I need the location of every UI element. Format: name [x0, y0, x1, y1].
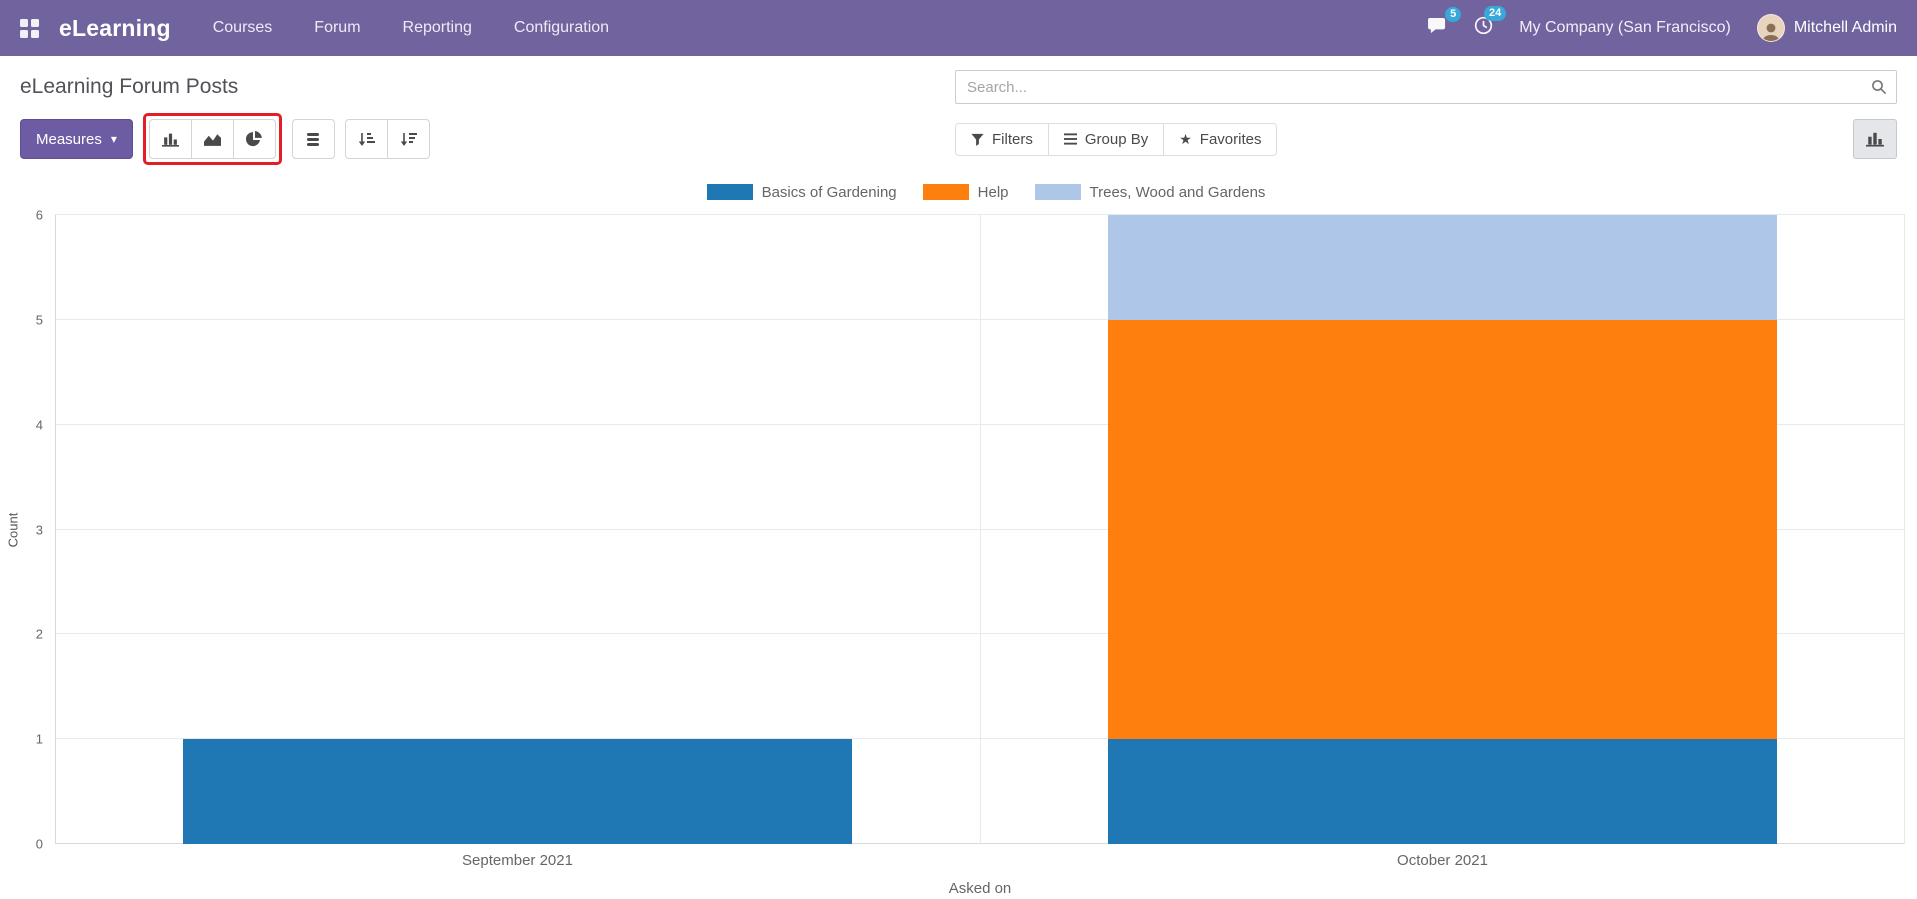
y-axis-ticks: 0 1 2 3 4 5 6	[21, 208, 55, 852]
y-tick-label: 5	[35, 312, 43, 328]
facet-buttons: Filters Group By ★ Favorites	[955, 122, 1278, 156]
bars-container	[55, 215, 1905, 844]
activities-badge: 24	[1483, 6, 1507, 21]
star-icon: ★	[1179, 131, 1192, 147]
y-tick-label: 4	[35, 417, 43, 433]
menu-courses[interactable]: Courses	[213, 19, 273, 37]
y-tick-label: 2	[35, 626, 43, 642]
menu-configuration[interactable]: Configuration	[514, 19, 609, 37]
stacked-layers-icon	[307, 132, 320, 146]
group-by-button[interactable]: Group By	[1047, 122, 1165, 156]
filters-button[interactable]: Filters	[955, 122, 1049, 156]
plot-grid	[55, 214, 1905, 844]
x-tick-label: September 2021	[462, 852, 573, 869]
sort-descending-icon	[400, 132, 417, 146]
area-chart-icon	[203, 133, 221, 146]
sort-ascending-button[interactable]	[344, 119, 388, 159]
chat-icon	[1427, 17, 1448, 40]
filters-label: Filters	[992, 130, 1033, 148]
activities-button[interactable]: 24	[1474, 6, 1507, 40]
legend-item-basics-of-gardening[interactable]: Basics of Gardening	[706, 183, 897, 201]
legend-item-help[interactable]: Help	[922, 183, 1009, 201]
bar-october-2021	[1108, 215, 1777, 844]
avatar	[1756, 14, 1785, 42]
bar-segment-trees-wood-and-gardens	[1108, 215, 1777, 320]
graph-toolbar: Measures ▾	[20, 113, 430, 165]
bar-segment-basics-of-gardening	[183, 739, 852, 844]
category-column	[55, 215, 980, 844]
main-menu: Courses Forum Reporting Configuration	[213, 19, 609, 37]
pie-chart-button[interactable]	[232, 119, 276, 159]
page-title: eLearning Forum Posts	[20, 75, 239, 98]
user-name: Mitchell Admin	[1793, 19, 1897, 36]
bar-segment-basics-of-gardening	[1108, 739, 1777, 844]
red-annotation-box	[142, 113, 282, 165]
navbar-right: 5 24 My Company (San Francisco) Mitchell…	[1427, 6, 1897, 42]
sort-descending-button[interactable]	[386, 119, 430, 159]
bar-chart-icon	[161, 133, 179, 147]
legend-swatch	[1034, 184, 1081, 200]
favorites-label: Favorites	[1199, 130, 1262, 148]
menu-forum[interactable]: Forum	[314, 19, 360, 37]
search-box	[955, 70, 1897, 104]
legend-swatch	[706, 184, 753, 200]
top-navbar: eLearning Courses Forum Reporting Config…	[0, 0, 1917, 56]
apps-grid-icon[interactable]	[20, 18, 39, 38]
user-menu[interactable]: Mitchell Admin	[1756, 14, 1897, 42]
y-tick-label: 6	[35, 207, 43, 223]
bar-segment-help	[1108, 319, 1777, 740]
bar-chart-button[interactable]	[148, 119, 192, 159]
stacked-bar-chart: Basics of Gardening Help Trees, Wood and…	[0, 183, 1917, 897]
menu-reporting[interactable]: Reporting	[403, 19, 472, 37]
x-axis-label: Asked on	[948, 880, 1012, 897]
legend-swatch	[922, 184, 969, 200]
legend-label: Trees, Wood and Gardens	[1089, 183, 1266, 201]
plot-area: Count 0 1 2 3 4 5 6	[6, 208, 1905, 852]
area-chart-button[interactable]	[190, 119, 234, 159]
stacked-toggle-button[interactable]	[291, 119, 335, 159]
favorites-button[interactable]: ★ Favorites	[1163, 122, 1278, 156]
legend-label: Help	[977, 183, 1009, 201]
y-tick-label: 1	[35, 731, 43, 747]
category-column	[980, 215, 1905, 844]
app-brand[interactable]: eLearning	[59, 15, 171, 42]
search-facets-row: Filters Group By ★ Favorites	[955, 119, 1897, 159]
measures-label: Measures	[36, 130, 102, 148]
y-tick-label: 0	[35, 836, 43, 852]
sort-ascending-icon	[358, 132, 375, 146]
y-axis-label: Count	[5, 512, 21, 547]
measures-button[interactable]: Measures ▾	[20, 119, 133, 159]
search-icon[interactable]	[1871, 79, 1887, 100]
bar-september-2021	[183, 215, 852, 844]
filter-funnel-icon	[971, 133, 984, 146]
chart-legend: Basics of Gardening Help Trees, Wood and…	[55, 183, 1917, 201]
legend-item-trees-wood-and-gardens[interactable]: Trees, Wood and Gardens	[1034, 183, 1266, 201]
control-panel: eLearning Forum Posts Measures ▾	[0, 56, 1917, 165]
graph-view-switcher-button[interactable]	[1853, 119, 1897, 159]
messages-badge: 5	[1445, 6, 1462, 22]
y-tick-label: 3	[35, 522, 43, 537]
pie-chart-icon	[246, 131, 263, 147]
x-tick-label: October 2021	[1397, 852, 1488, 869]
chevron-down-icon: ▾	[110, 132, 117, 146]
group-by-bars-icon	[1063, 133, 1077, 145]
x-axis-ticks: September 2021 October 2021	[55, 852, 1905, 869]
legend-label: Basics of Gardening	[761, 183, 897, 201]
company-switcher[interactable]: My Company (San Francisco)	[1519, 19, 1731, 37]
search-input[interactable]	[955, 70, 1897, 104]
group-by-label: Group By	[1084, 130, 1149, 148]
graph-view-icon	[1866, 132, 1884, 147]
messages-button[interactable]: 5	[1427, 6, 1462, 40]
